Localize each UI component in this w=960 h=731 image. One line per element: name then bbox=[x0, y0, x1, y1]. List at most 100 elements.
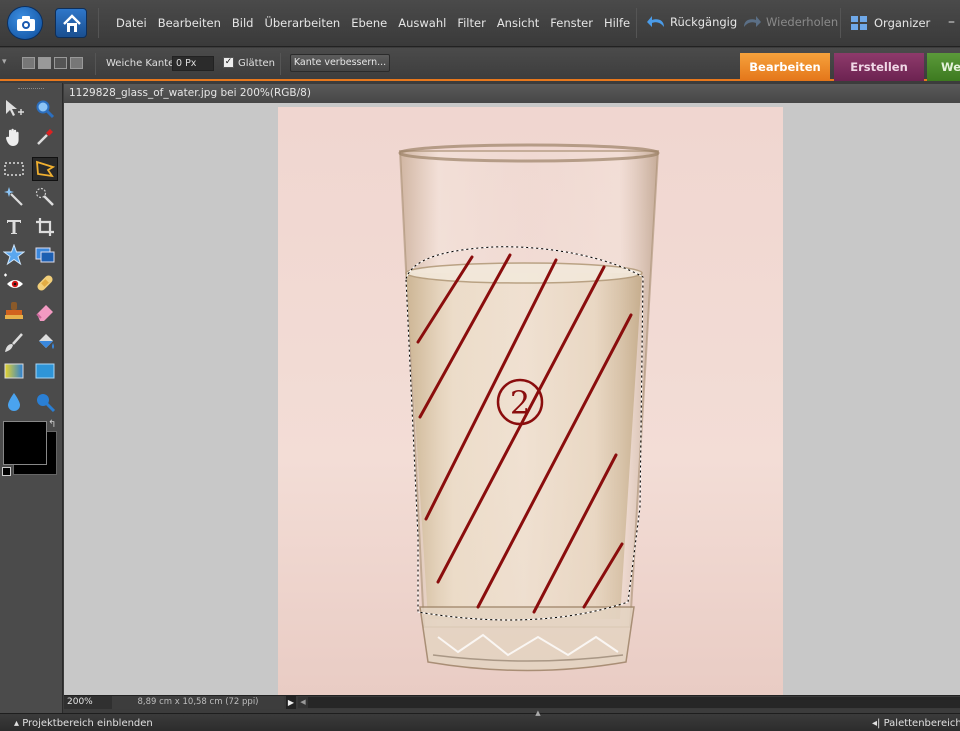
blur-tool[interactable] bbox=[1, 390, 27, 414]
cookie-cutter-tool[interactable] bbox=[1, 243, 27, 267]
palette-bin-label: Palettenbereich bbox=[883, 718, 960, 729]
move-arrow-icon bbox=[6, 100, 24, 116]
project-bin-toggle[interactable]: ▴ Projektbereich einblenden bbox=[14, 718, 153, 729]
zoom-level-field[interactable]: 200% bbox=[64, 696, 112, 709]
scroll-left-icon[interactable]: ◀ bbox=[298, 697, 308, 708]
menu-ansicht[interactable]: Ansicht bbox=[497, 16, 539, 30]
shape-tool[interactable] bbox=[32, 359, 58, 383]
star-shape-icon bbox=[3, 244, 25, 266]
undo-label: Rückgängig bbox=[670, 15, 738, 29]
menu-ueberarbeiten[interactable]: Überarbeiten bbox=[264, 16, 340, 30]
feather-label: Weiche Kante: bbox=[106, 58, 178, 69]
expand-up-icon: ▴ bbox=[14, 718, 23, 729]
brush-tool[interactable] bbox=[1, 331, 27, 355]
zoom-tool[interactable] bbox=[32, 97, 58, 121]
menu-separator bbox=[840, 8, 841, 38]
undo-button[interactable]: Rückgängig bbox=[646, 15, 737, 29]
move-tool[interactable] bbox=[1, 97, 27, 121]
sponge-icon bbox=[37, 394, 56, 413]
document-area: 1129828_glass_of_water.jpg bei 200%(RGB/… bbox=[64, 84, 960, 695]
paint-bucket-tool[interactable] bbox=[32, 331, 58, 355]
menu-bar: Datei Bearbeiten Bild Überarbeiten Ebene… bbox=[0, 0, 960, 47]
marquee-icon bbox=[4, 162, 24, 176]
crop-icon bbox=[36, 218, 54, 236]
red-eye-icon bbox=[4, 273, 23, 288]
status-bar: 200% 8,89 cm x 10,58 cm (72 ppi) ▶ ◀ bbox=[64, 695, 960, 709]
magnifier-icon bbox=[36, 100, 55, 119]
camera-logo-icon[interactable] bbox=[7, 6, 43, 40]
text-tool[interactable] bbox=[1, 215, 27, 239]
paint-bucket-icon bbox=[39, 334, 54, 349]
home-icon[interactable] bbox=[55, 8, 87, 38]
intersect-selection-mode-icon[interactable] bbox=[70, 57, 83, 69]
foreground-color-swatch[interactable] bbox=[3, 421, 47, 465]
tab-edit[interactable]: Bearbeiten bbox=[740, 53, 830, 81]
organizer-grid-icon bbox=[851, 16, 867, 30]
menu-datei[interactable]: Datei bbox=[116, 16, 147, 30]
document-size-info: 8,89 cm x 10,58 cm (72 ppi) bbox=[112, 696, 284, 709]
menu-hilfe[interactable]: Hilfe bbox=[604, 16, 630, 30]
status-menu-arrow-icon[interactable]: ▶ bbox=[286, 696, 296, 709]
default-colors-icon[interactable] bbox=[2, 467, 11, 476]
options-separator bbox=[280, 53, 281, 75]
document-tab-title[interactable]: 1129828_glass_of_water.jpg bei 200%(RGB/… bbox=[64, 84, 960, 103]
clone-stamp-tool[interactable] bbox=[1, 299, 27, 323]
gradient-icon bbox=[4, 363, 24, 379]
redo-icon bbox=[744, 16, 761, 27]
subtract-selection-mode-icon[interactable] bbox=[54, 57, 67, 69]
menu-separator bbox=[636, 8, 637, 38]
panel-collapse-handle-icon[interactable]: ▲ bbox=[530, 710, 546, 717]
annotation-step-2: 2 bbox=[510, 384, 530, 422]
project-bin-label: Projektbereich einblenden bbox=[22, 718, 153, 729]
photoshop-elements-window: Datei Bearbeiten Bild Überarbeiten Ebene… bbox=[0, 0, 960, 731]
type-icon bbox=[7, 220, 21, 234]
crop-tool[interactable] bbox=[32, 215, 58, 239]
rectangular-marquee-tool[interactable] bbox=[1, 157, 27, 181]
sponge-tool[interactable] bbox=[32, 390, 58, 414]
palette-bin-toggle[interactable]: ◂| Palettenbereich bbox=[872, 718, 960, 729]
spot-healing-tool[interactable] bbox=[32, 271, 58, 295]
recompose-tool[interactable] bbox=[32, 243, 58, 267]
tab-create[interactable]: Erstellen bbox=[834, 53, 924, 81]
new-selection-mode-icon[interactable] bbox=[22, 57, 35, 69]
minimize-button[interactable]: – bbox=[948, 14, 955, 30]
polygonal-lasso-tool[interactable] bbox=[32, 157, 58, 181]
swap-colors-icon[interactable]: ↰ bbox=[48, 419, 56, 430]
tool-preset-arrow-icon[interactable]: ▾ bbox=[2, 57, 7, 67]
refine-edge-button[interactable]: Kante verbessern... bbox=[290, 54, 390, 72]
toolbox-grip[interactable] bbox=[18, 88, 44, 90]
undo-icon bbox=[647, 16, 664, 27]
quick-selection-tool[interactable] bbox=[32, 185, 58, 209]
horizontal-scrollbar[interactable]: ◀ bbox=[298, 697, 960, 708]
recompose-icon bbox=[35, 247, 55, 263]
menu-separator bbox=[98, 8, 99, 38]
polygonal-lasso-icon bbox=[35, 160, 56, 178]
quick-selection-icon bbox=[35, 187, 54, 206]
bottom-bar: ▲ ▴ Projektbereich einblenden ◂| Palette… bbox=[0, 710, 960, 731]
menu-bild[interactable]: Bild bbox=[232, 16, 254, 30]
menu-ebene[interactable]: Ebene bbox=[351, 16, 387, 30]
add-selection-mode-icon[interactable] bbox=[38, 57, 51, 69]
antialias-checkbox[interactable]: ✓ bbox=[223, 57, 234, 68]
menu-auswahl[interactable]: Auswahl bbox=[398, 16, 446, 30]
feather-input[interactable]: 0 Px bbox=[172, 56, 214, 71]
gradient-tool[interactable] bbox=[1, 359, 27, 383]
image-canvas[interactable]: 2 bbox=[278, 107, 783, 695]
menu-bearbeiten[interactable]: Bearbeiten bbox=[158, 16, 221, 30]
tab-share[interactable]: Wei bbox=[927, 53, 960, 81]
water-drop-icon bbox=[8, 393, 20, 411]
organizer-button[interactable]: Organizer bbox=[850, 15, 930, 31]
eraser-tool[interactable] bbox=[32, 299, 58, 323]
redo-button[interactable]: Wiederholen bbox=[742, 15, 838, 29]
tool-options-bar: ▾ Weiche Kante: 0 Px ✓ Glätten Kante ver… bbox=[0, 48, 960, 81]
menu-filter[interactable]: Filter bbox=[457, 16, 485, 30]
hand-tool[interactable] bbox=[1, 125, 27, 149]
hand-icon bbox=[6, 128, 19, 146]
menu-fenster[interactable]: Fenster bbox=[550, 16, 593, 30]
expand-left-icon: ◂| bbox=[872, 718, 884, 729]
red-eye-tool[interactable] bbox=[1, 271, 27, 295]
magic-wand-tool[interactable] bbox=[1, 185, 27, 209]
eyedropper-tool[interactable] bbox=[32, 125, 58, 149]
glass-of-water-image: 2 bbox=[278, 107, 783, 695]
antialias-label: Glätten bbox=[238, 58, 275, 69]
